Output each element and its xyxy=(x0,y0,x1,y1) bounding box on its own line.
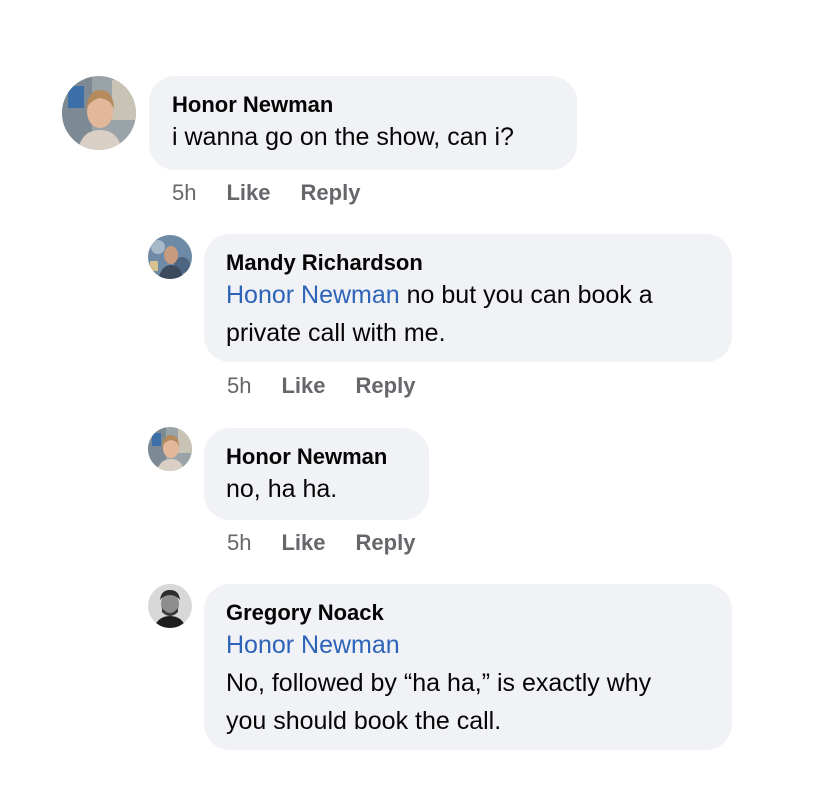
comment-bubble: Gregory Noack Honor Newman No, followed b… xyxy=(204,584,732,750)
comment-text: Honor Newman No, followed by “ha ha,” is … xyxy=(226,631,652,735)
like-button[interactable]: Like xyxy=(281,373,325,398)
comment-bubble: Mandy Richardson Honor Newman no but you… xyxy=(204,234,732,362)
avatar-mandy-richardson[interactable] xyxy=(148,235,192,279)
reply-button[interactable]: Reply xyxy=(356,530,416,555)
like-button[interactable]: Like xyxy=(281,530,325,555)
reply-button[interactable]: Reply xyxy=(356,373,416,398)
comment-text: i wanna go on the show, can i? xyxy=(172,123,514,151)
profile-photo-icon xyxy=(62,76,136,150)
comment-meta: 5h Like Reply xyxy=(227,373,415,399)
comment-text: no, ha ha. xyxy=(226,475,338,503)
profile-photo-icon xyxy=(148,235,192,279)
reply-button[interactable]: Reply xyxy=(301,180,361,205)
comment-text: Honor Newman no but you can book a privat… xyxy=(226,281,653,347)
like-button[interactable]: Like xyxy=(226,180,270,205)
comment-meta: 5h Like Reply xyxy=(172,180,360,206)
avatar-honor-newman[interactable] xyxy=(62,76,136,150)
comment-meta: 5h Like Reply xyxy=(227,530,415,556)
profile-photo-icon xyxy=(148,584,192,628)
comment-bubble: Honor Newman i wanna go on the show, can… xyxy=(149,76,577,170)
profile-photo-icon xyxy=(148,427,192,471)
comment-time[interactable]: 5h xyxy=(227,373,251,398)
comment-author[interactable]: Honor Newman xyxy=(226,444,407,470)
comment-time[interactable]: 5h xyxy=(172,180,196,205)
avatar-honor-newman[interactable] xyxy=(148,427,192,471)
comment-author[interactable]: Gregory Noack xyxy=(226,600,710,626)
mention-link[interactable]: Honor Newman xyxy=(226,631,400,659)
comment-time[interactable]: 5h xyxy=(227,530,251,555)
mention-link[interactable]: Honor Newman xyxy=(226,281,400,309)
comment-bubble: Honor Newman no, ha ha. xyxy=(204,428,429,520)
avatar-gregory-noack[interactable] xyxy=(148,584,192,628)
comment-author[interactable]: Honor Newman xyxy=(172,92,553,118)
comment-author[interactable]: Mandy Richardson xyxy=(226,250,710,276)
